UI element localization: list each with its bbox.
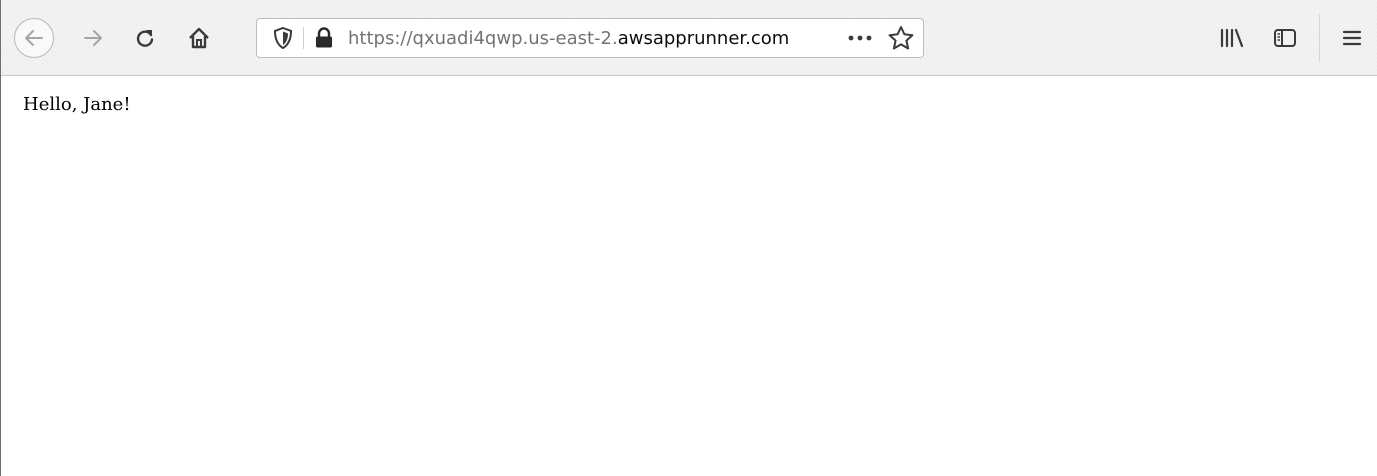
url-text[interactable]: https://qxuadi4qwp.us-east-2.awsapprunne…: [348, 28, 789, 50]
address-bar-divider: [303, 27, 304, 49]
lock-icon[interactable]: [313, 26, 335, 50]
url-prefix: https://qxuadi4qwp.us-east-2.: [348, 28, 618, 49]
browser-toolbar: https://qxuadi4qwp.us-east-2.awsapprunne…: [1, 0, 1377, 76]
hamburger-menu-icon: [1342, 30, 1362, 46]
address-bar[interactable]: https://qxuadi4qwp.us-east-2.awsapprunne…: [256, 18, 924, 58]
shield-icon[interactable]: [271, 26, 295, 50]
greeting-text: Hello, Jane!: [23, 94, 131, 115]
back-button[interactable]: [14, 18, 54, 58]
home-button[interactable]: [181, 22, 217, 54]
url-domain: awsapprunner.com: [617, 28, 790, 49]
reload-button[interactable]: [128, 22, 162, 54]
menu-button[interactable]: [1334, 22, 1370, 54]
star-icon[interactable]: [887, 25, 915, 51]
forward-arrow-icon: [84, 30, 102, 46]
browser-window: https://qxuadi4qwp.us-east-2.awsapprunne…: [0, 0, 1377, 476]
page-content: Hello, Jane!: [1, 77, 1377, 476]
more-dots-icon[interactable]: [845, 27, 875, 49]
library-button[interactable]: [1213, 22, 1249, 54]
sidebar-icon: [1274, 29, 1296, 47]
home-icon: [189, 27, 209, 49]
reload-icon: [136, 30, 154, 47]
toolbar-divider: [1319, 14, 1320, 62]
back-arrow-icon: [25, 30, 43, 46]
forward-button[interactable]: [76, 22, 110, 54]
sidebar-button[interactable]: [1267, 22, 1303, 54]
library-icon: [1220, 28, 1244, 48]
